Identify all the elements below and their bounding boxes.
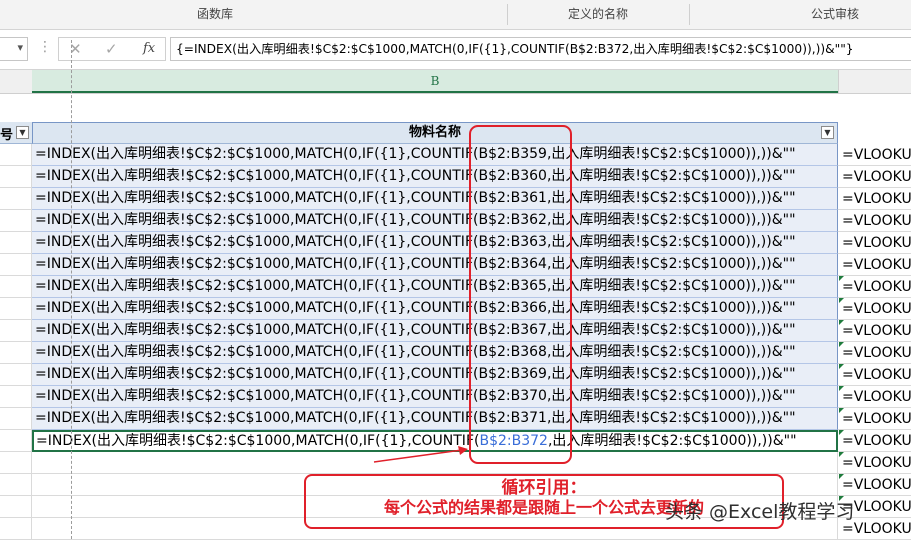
formula-cell[interactable]: =INDEX(出入库明细表!$C$2:$C$1000,MATCH(0,IF({1… <box>32 276 838 298</box>
filter-dropdown-icon[interactable]: ▼ <box>821 126 834 139</box>
cell-a[interactable] <box>0 276 32 298</box>
cell-a[interactable] <box>0 210 32 232</box>
ribbon-group-labels: 函数库 定义的名称 公式审核 <box>0 0 911 30</box>
table-header-row: 号 ▼ 物料名称 ▼ <box>0 122 911 144</box>
vlookup-cell[interactable]: =VLOOKU <box>838 474 911 496</box>
highlight-box <box>469 125 572 464</box>
vlookup-cell[interactable]: =VLOOKU <box>838 298 911 320</box>
table-row: =INDEX(出入库明细表!$C$2:$C$1000,MATCH(0,IF({1… <box>0 276 911 298</box>
error-indicator-icon <box>839 408 844 413</box>
cell-a[interactable] <box>0 144 32 166</box>
table-header-cell-b[interactable]: 物料名称 <box>32 122 838 144</box>
formula-cell[interactable]: =INDEX(出入库明细表!$C$2:$C$1000,MATCH(0,IF({1… <box>32 364 838 386</box>
vlookup-cell[interactable]: =VLOOKU <box>838 408 911 430</box>
column-divider[interactable] <box>838 70 839 94</box>
cell-a[interactable] <box>0 254 32 276</box>
ribbon-group-function-library: 函数库 <box>196 7 233 21</box>
formula-cell[interactable]: =INDEX(出入库明细表!$C$2:$C$1000,MATCH(0,IF({1… <box>32 342 838 364</box>
column-header-bar: B <box>0 70 911 94</box>
cell-a[interactable] <box>0 474 32 496</box>
vlookup-cell[interactable]: =VLOOKU <box>838 144 911 166</box>
cell-a[interactable] <box>0 232 32 254</box>
header-label-a: 号 <box>0 128 14 143</box>
ribbon-group-defined-names: 定义的名称 <box>567 7 628 21</box>
ribbon-group-formula-auditing: 公式审核 <box>810 7 859 21</box>
error-indicator-icon <box>839 364 844 369</box>
table-row: =INDEX(出入库明细表!$C$2:$C$1000,MATCH(0,IF({1… <box>0 188 911 210</box>
name-box[interactable]: ▾ <box>0 37 28 61</box>
vlookup-cell[interactable]: =VLOOKU <box>838 342 911 364</box>
cell-a[interactable] <box>0 188 32 210</box>
table-row: =INDEX(出入库明细表!$C$2:$C$1000,MATCH(0,IF({1… <box>0 210 911 232</box>
error-indicator-icon <box>839 342 844 347</box>
formula-cell[interactable]: =INDEX(出入库明细表!$C$2:$C$1000,MATCH(0,IF({1… <box>32 210 838 232</box>
ribbon-separator <box>689 4 690 25</box>
cell-a[interactable] <box>0 298 32 320</box>
table-row: =INDEX(出入库明细表!$C$2:$C$1000,MATCH(0,IF({1… <box>0 254 911 276</box>
formula-cell[interactable]: =INDEX(出入库明细表!$C$2:$C$1000,MATCH(0,IF({1… <box>32 254 838 276</box>
formula-cell[interactable]: =INDEX(出入库明细表!$C$2:$C$1000,MATCH(0,IF({1… <box>32 386 838 408</box>
vlookup-cell[interactable]: =VLOOKU <box>838 188 911 210</box>
formula-bar: ▾ ⋮ ✕ ✓ fx {=INDEX(出入库明细表!$C$2:$C$1000,M… <box>0 30 911 70</box>
vlookup-cell[interactable]: =VLOOKU <box>838 210 911 232</box>
vlookup-cell[interactable]: =VLOOKU <box>838 320 911 342</box>
cell-a[interactable] <box>0 496 32 518</box>
table-row: =INDEX(出入库明细表!$C$2:$C$1000,MATCH(0,IF({1… <box>0 298 911 320</box>
cell-a[interactable] <box>0 452 32 474</box>
vlookup-cell[interactable]: =VLOOKU <box>838 452 911 474</box>
formula-cell[interactable]: =INDEX(出入库明细表!$C$2:$C$1000,MATCH(0,IF({1… <box>32 320 838 342</box>
formula-buttons: ✕ ✓ fx <box>58 37 166 61</box>
table-row: =INDEX(出入库明细表!$C$2:$C$1000,MATCH(0,IF({1… <box>0 408 911 430</box>
vlookup-cell[interactable]: =VLOOKU <box>838 364 911 386</box>
arrow-icon <box>373 446 468 463</box>
cell-a[interactable] <box>0 364 32 386</box>
formula-cell[interactable]: =INDEX(出入库明细表!$C$2:$C$1000,MATCH(0,IF({1… <box>32 408 838 430</box>
table-row: =INDEX(出入库明细表!$C$2:$C$1000,MATCH(0,IF({1… <box>0 166 911 188</box>
drag-handle-icon[interactable]: ⋮ <box>38 39 52 55</box>
error-indicator-icon <box>839 430 844 435</box>
enter-icon[interactable]: ✓ <box>105 40 118 58</box>
column-header-b[interactable]: B <box>32 70 838 93</box>
formula-cell[interactable]: =INDEX(出入库明细表!$C$2:$C$1000,MATCH(0,IF({1… <box>32 298 838 320</box>
cell-a[interactable] <box>0 166 32 188</box>
watermark: 头条 @Excel教程学习 <box>665 501 855 523</box>
formula-cell[interactable]: =INDEX(出入库明细表!$C$2:$C$1000,MATCH(0,IF({1… <box>32 144 838 166</box>
blank-row <box>0 94 911 122</box>
vlookup-cell[interactable]: =VLOOKU <box>838 166 911 188</box>
table-row: =INDEX(出入库明细表!$C$2:$C$1000,MATCH(0,IF({1… <box>0 144 911 166</box>
filter-dropdown-icon[interactable]: ▼ <box>16 126 29 139</box>
vlookup-cell[interactable]: =VLOOKU <box>838 276 911 298</box>
error-indicator-icon <box>839 298 844 303</box>
cell-a[interactable] <box>0 430 32 452</box>
annotation-title: 循环引用： <box>501 478 587 498</box>
cell-a[interactable] <box>0 408 32 430</box>
vlookup-cell[interactable]: =VLOOKU <box>838 386 911 408</box>
vlookup-cell[interactable]: =VLOOKU <box>838 430 911 452</box>
formula-cell[interactable]: =INDEX(出入库明细表!$C$2:$C$1000,MATCH(0,IF({1… <box>32 232 838 254</box>
table-row: =INDEX(出入库明细表!$C$2:$C$1000,MATCH(0,IF({1… <box>0 232 911 254</box>
insert-function-icon[interactable]: fx <box>143 41 155 56</box>
cell-a[interactable] <box>0 342 32 364</box>
cell-a[interactable] <box>0 320 32 342</box>
freeze-pane-line <box>71 40 72 539</box>
formula-cell[interactable]: =INDEX(出入库明细表!$C$2:$C$1000,MATCH(0,IF({1… <box>32 166 838 188</box>
error-indicator-icon <box>839 276 844 281</box>
error-indicator-icon <box>839 386 844 391</box>
error-indicator-icon <box>839 452 844 457</box>
vlookup-cell[interactable]: =VLOOKU <box>838 232 911 254</box>
error-indicator-icon <box>839 320 844 325</box>
cell-a[interactable] <box>0 386 32 408</box>
table-row: =INDEX(出入库明细表!$C$2:$C$1000,MATCH(0,IF({1… <box>0 320 911 342</box>
table-row: =INDEX(出入库明细表!$C$2:$C$1000,MATCH(0,IF({1… <box>0 386 911 408</box>
cell-a[interactable] <box>0 518 32 540</box>
table-header-cell-a[interactable]: 号 ▼ <box>0 122 32 144</box>
table-row: =INDEX(出入库明细表!$C$2:$C$1000,MATCH(0,IF({1… <box>0 342 911 364</box>
vlookup-cell[interactable]: =VLOOKU <box>838 254 911 276</box>
header-label-material-name: 物料名称 <box>408 125 461 140</box>
formula-cell[interactable]: =INDEX(出入库明细表!$C$2:$C$1000,MATCH(0,IF({1… <box>32 188 838 210</box>
formula-input[interactable]: {=INDEX(出入库明细表!$C$2:$C$1000,MATCH(0,IF({… <box>170 37 911 61</box>
chevron-down-icon[interactable]: ▾ <box>17 41 23 54</box>
table-row: =INDEX(出入库明细表!$C$2:$C$1000,MATCH(0,IF({1… <box>0 364 911 386</box>
error-indicator-icon <box>839 474 844 479</box>
